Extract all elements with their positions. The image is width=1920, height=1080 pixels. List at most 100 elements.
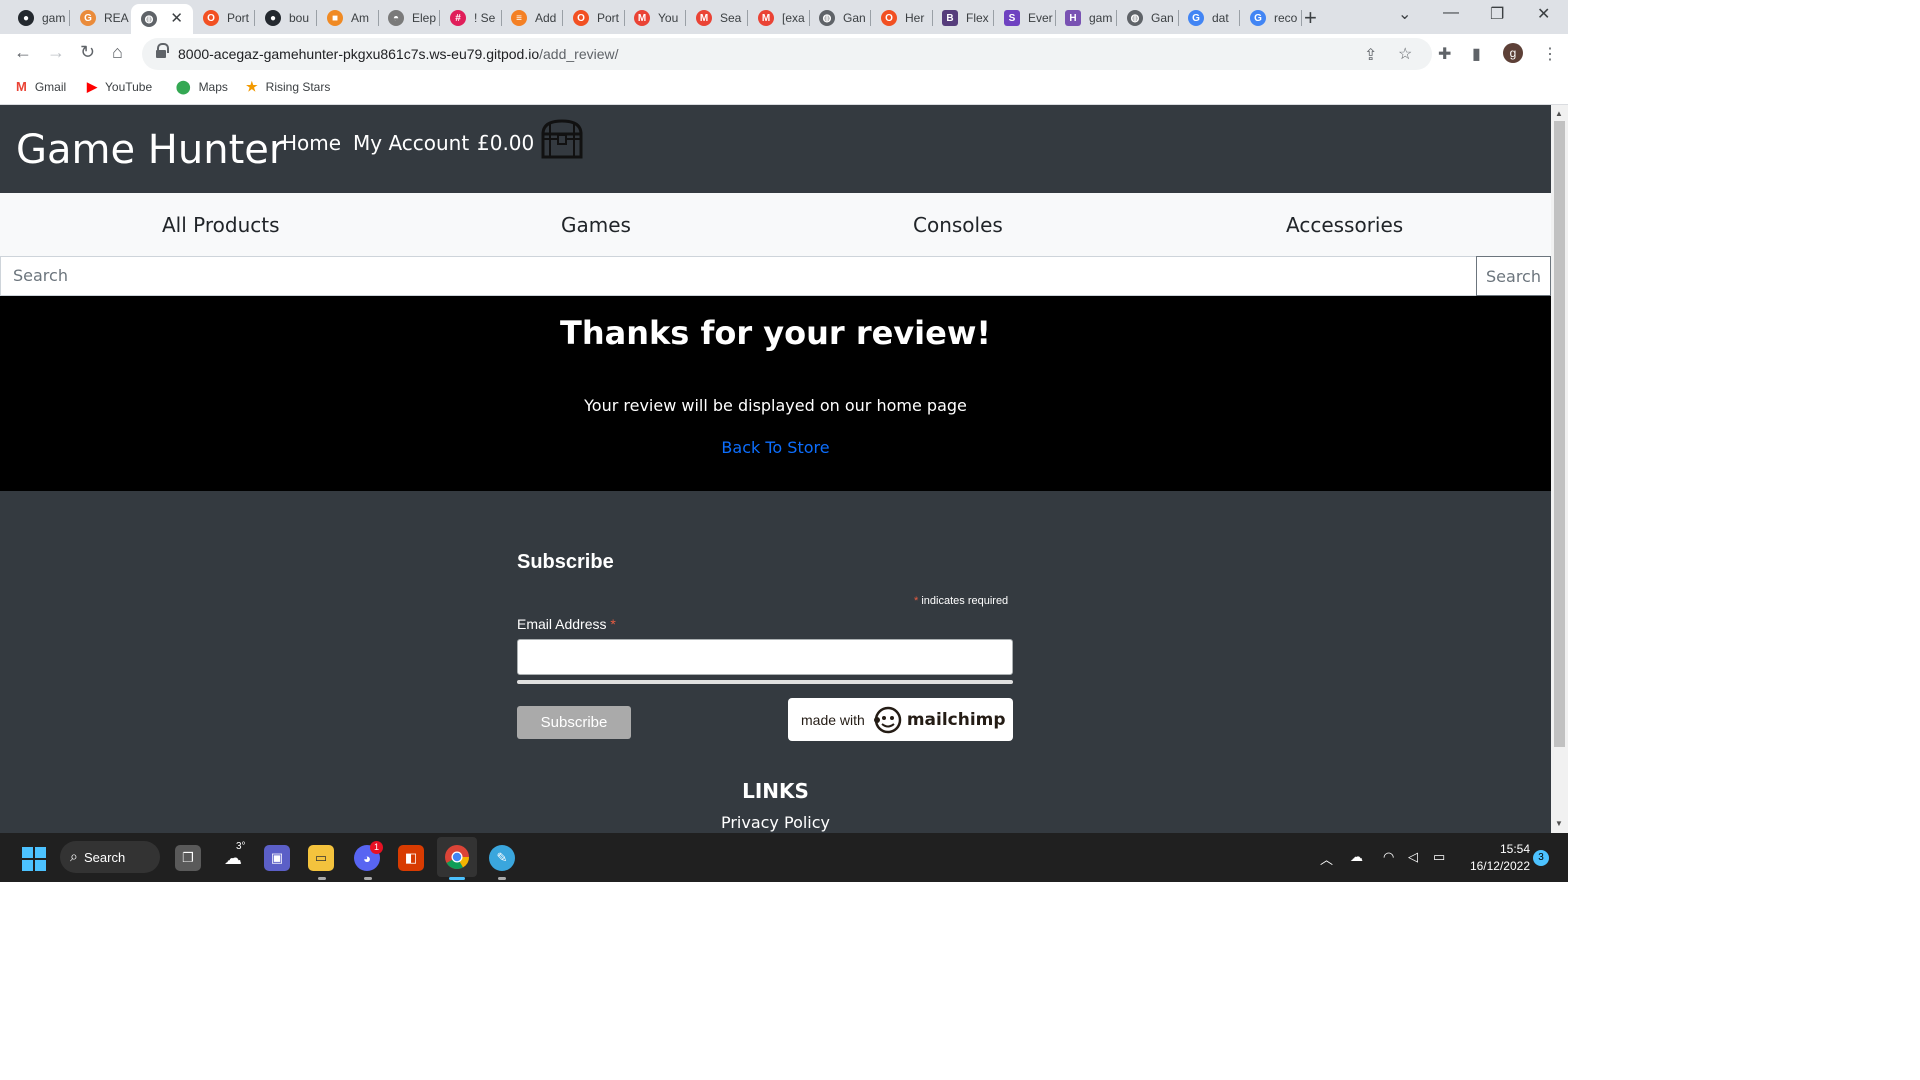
wifi-icon[interactable]: ◠ [1383, 849, 1394, 865]
bookmark-gmail[interactable]: M Gmail [16, 79, 66, 94]
browser-tab[interactable]: ≡ Add [501, 4, 563, 32]
browser-tab[interactable]: S Ever [994, 4, 1056, 32]
browser-tab[interactable]: ◍ Gan [1117, 4, 1179, 32]
email-label: Email Address * [517, 616, 616, 632]
onedrive-error-icon[interactable]: ☁ [1350, 849, 1363, 865]
category-all-products[interactable]: All Products [162, 213, 280, 237]
review-confirmation: Thanks for your review! Your review will… [0, 296, 1551, 491]
nav-account-link[interactable]: My Account [353, 131, 469, 155]
share-icon[interactable]: ⇪ [1364, 45, 1377, 65]
category-games[interactable]: Games [561, 213, 631, 237]
nav-home-link[interactable]: Home [282, 131, 341, 155]
bookmark-youtube[interactable]: ▶ YouTube [87, 79, 152, 95]
browser-tab[interactable]: Greco [1240, 4, 1302, 32]
browser-tab[interactable]: G REA [70, 4, 132, 32]
browser-tab[interactable]: ● gam [8, 4, 70, 32]
task-view-icon[interactable]: ❐ [175, 845, 201, 871]
search-bar: Search Search [0, 256, 1551, 296]
browser-tab[interactable]: ◓ Elep [378, 4, 440, 32]
browser-tab[interactable]: Hgam [1055, 4, 1117, 32]
close-tab-icon[interactable]: ✕ [170, 9, 183, 27]
search-button[interactable]: Search [1476, 256, 1551, 296]
volume-icon[interactable]: ◁ [1408, 849, 1418, 865]
paint-icon[interactable]: ✎ [489, 845, 515, 871]
google-icon: G [1188, 10, 1204, 26]
required-note: * indicates required [914, 595, 1009, 607]
weather-temp: 3° [236, 841, 246, 852]
browser-tab[interactable]: O Port [563, 4, 625, 32]
bookmark-rising-stars[interactable]: ★ Rising Stars [246, 79, 330, 95]
back-icon[interactable]: ← [14, 42, 32, 63]
file-explorer-icon[interactable]: ▭ [308, 845, 334, 871]
gmail-icon: M [16, 79, 27, 94]
tab-search-icon[interactable]: ⌄ [1398, 4, 1411, 24]
close-window-icon[interactable]: ✕ [1537, 4, 1550, 24]
browser-tab[interactable]: O Port [193, 4, 255, 32]
scroll-up-icon[interactable]: ▲ [1555, 109, 1563, 118]
taskbar-search[interactable]: ⌕ Search [60, 841, 160, 873]
mailchimp-badge[interactable]: made with mailchimp [788, 698, 1013, 741]
reload-icon[interactable]: ↻ [80, 42, 95, 63]
browser-tab[interactable]: ◍ Gan [809, 4, 871, 32]
search-icon: ⌕ [70, 848, 78, 864]
browser-tab[interactable]: B Flex [932, 4, 994, 32]
g-icon: G [80, 10, 96, 26]
subscribe-button[interactable]: Subscribe [517, 706, 631, 739]
page-scrollbar[interactable]: ▲ ▼ [1551, 105, 1568, 833]
bookmark-star-icon[interactable]: ☆ [1398, 44, 1412, 64]
windows-start-icon[interactable] [22, 847, 46, 871]
slack-icon: # [450, 10, 466, 26]
stackoverflow-icon: ≡ [511, 10, 527, 26]
url-text[interactable]: 8000-acegaz-gamehunter-pkgxu861c7s.ws-eu… [178, 46, 619, 62]
browser-toolbar: ← → ↻ ⌂ 8000-acegaz-gamehunter-pkgxu861c… [0, 34, 1568, 72]
basket-total[interactable]: £0.00 [477, 131, 534, 155]
browser-tab[interactable]: Gdat [1178, 4, 1240, 32]
browser-tab-strip: ● gam G REA ◍ ✕ O Port ● bou ■ Am ◓ Elep #! Se… [0, 0, 1568, 34]
github-icon: ● [265, 10, 281, 26]
show-hidden-icons[interactable]: ︿ [1320, 849, 1333, 868]
privacy-policy-link[interactable]: Privacy Policy [0, 813, 1551, 832]
treasure-chest-icon[interactable] [540, 117, 584, 159]
browser-tab[interactable]: M Sea [686, 4, 748, 32]
profile-avatar[interactable]: g [1503, 43, 1523, 63]
google-icon: G [1250, 10, 1266, 26]
running-indicator [364, 877, 372, 880]
chrome-icon[interactable] [444, 844, 470, 870]
new-tab-icon[interactable]: + [1304, 5, 1317, 31]
battery-icon[interactable]: ▭ [1433, 849, 1445, 865]
bookmark-maps[interactable]: ⬤ Maps [176, 79, 228, 95]
menu-kebab-icon[interactable]: ⋮ [1542, 44, 1558, 64]
lock-icon[interactable] [156, 43, 169, 59]
category-consoles[interactable]: Consoles [913, 213, 1003, 237]
footer-links-title: LINKS [742, 779, 809, 803]
browser-tab[interactable]: M You [624, 4, 686, 32]
category-accessories[interactable]: Accessories [1286, 213, 1403, 237]
side-panel-icon[interactable]: ▮ [1472, 44, 1481, 64]
home-icon[interactable]: ⌂ [112, 42, 123, 63]
site-brand[interactable]: Game Hunter [16, 127, 285, 173]
browser-tab[interactable]: M [exa [748, 4, 810, 32]
running-indicator [498, 877, 506, 880]
browser-tab-active[interactable]: ◍ ✕ [131, 4, 193, 34]
minimize-icon[interactable]: — [1443, 4, 1459, 22]
scrollbar-thumb[interactable] [1554, 121, 1565, 747]
back-to-store-link[interactable]: Back To Store [0, 438, 1551, 457]
address-bar[interactable]: 8000-acegaz-gamehunter-pkgxu861c7s.ws-eu… [142, 38, 1432, 70]
browser-tab[interactable]: #! Se [440, 4, 502, 32]
h-icon: H [1065, 10, 1081, 26]
clock[interactable]: 15:54 16/12/2022 [1462, 841, 1530, 875]
globe-icon: ◍ [1127, 10, 1143, 26]
scroll-down-icon[interactable]: ▼ [1555, 819, 1563, 828]
teams-chat-icon[interactable]: ▣ [264, 845, 290, 871]
restore-icon[interactable]: ❐ [1490, 4, 1504, 24]
notification-badge[interactable]: 3 [1533, 850, 1549, 866]
browser-tab[interactable]: O Her [871, 4, 933, 32]
email-field[interactable] [517, 639, 1013, 675]
office-icon[interactable]: ◧ [398, 845, 424, 871]
globe-icon: ◍ [819, 10, 835, 26]
browser-tab[interactable]: ■ Am [317, 4, 379, 32]
forward-icon[interactable]: → [47, 42, 65, 63]
browser-tab[interactable]: ● bou [255, 4, 317, 32]
search-input[interactable]: Search [0, 256, 1477, 296]
extensions-icon[interactable]: ✚ [1438, 44, 1451, 64]
